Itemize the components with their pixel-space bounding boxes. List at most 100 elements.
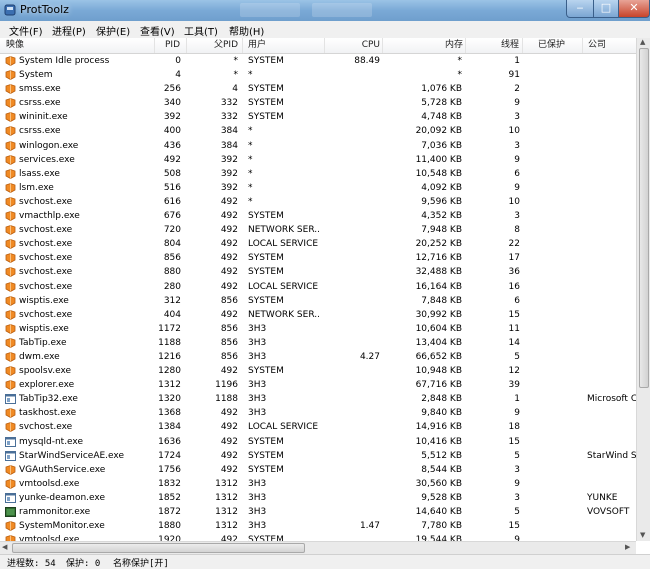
memory-cell: 14,640 KB [415, 507, 462, 517]
pid-cell: 1312 [158, 380, 181, 391]
table-row[interactable]: TabTip.exe 1188 856 3H3 13,404 KB 14 [0, 336, 636, 350]
memory-cell: * [457, 56, 463, 66]
table-row[interactable]: services.exe 492 392 * 11,400 KB 9 [0, 153, 636, 167]
table-row[interactable]: vmtoolsd.exe 1832 1312 3H3 30,560 KB 9 [0, 477, 636, 491]
column-header-company[interactable]: 公司 [583, 38, 636, 53]
menu-protect[interactable]: 保护(E) [96, 23, 130, 38]
scroll-right-icon[interactable]: ▶ [625, 543, 630, 551]
table-row[interactable]: wininit.exe 392 332 SYSTEM 4,748 KB 3 [0, 110, 636, 124]
table-row[interactable]: dwm.exe 1216 856 3H3 4.27 66,652 KB 5 [0, 350, 636, 364]
table-row[interactable]: spoolsv.exe 1280 492 SYSTEM 10,948 KB 12 [0, 364, 636, 378]
column-header-user[interactable]: 用户 [243, 38, 325, 53]
table-row[interactable]: wisptis.exe 312 856 SYSTEM 7,848 KB 6 [0, 294, 636, 308]
parent-pid-cell: 1312 [215, 492, 238, 503]
column-header-pid[interactable]: PID [155, 38, 187, 53]
table-row[interactable]: taskhost.exe 1368 492 3H3 9,840 KB 9 [0, 406, 636, 420]
pid-cell: 1384 [158, 422, 181, 433]
menu-tools[interactable]: 工具(T) [184, 23, 218, 38]
memory-cell: 4,092 KB [421, 182, 462, 193]
table-row[interactable]: svchost.exe 880 492 SYSTEM 32,488 KB 36 [0, 265, 636, 279]
process-name: svchost.exe [19, 239, 73, 250]
protected-cell [538, 280, 578, 294]
parent-pid-cell: 492 [220, 464, 238, 475]
user-cell: SYSTEM [248, 267, 284, 278]
column-header-threads[interactable]: 线程 [466, 38, 523, 53]
app-window-icon [5, 492, 16, 503]
column-header-protected[interactable]: 已保护 [523, 38, 583, 53]
table-row[interactable]: smss.exe 256 4 SYSTEM 1,076 KB 2 [0, 82, 636, 96]
column-header-parent-pid[interactable]: 父PID [187, 38, 243, 53]
parent-pid-cell: 492 [220, 309, 238, 320]
user-cell: * [248, 70, 253, 81]
scroll-up-icon[interactable]: ▲ [640, 38, 645, 46]
threads-cell: 11 [508, 323, 520, 334]
parent-pid-cell: 392 [220, 154, 238, 165]
process-icon [5, 352, 16, 362]
table-row[interactable]: lsm.exe 516 392 * 4,092 KB 9 [0, 181, 636, 195]
table-row[interactable]: csrss.exe 400 384 * 20,092 KB 10 [0, 124, 636, 138]
threads-cell: 3 [514, 112, 520, 123]
table-row[interactable]: svchost.exe 856 492 SYSTEM 12,716 KB 17 [0, 251, 636, 265]
table-row[interactable]: mysqld-nt.exe 1636 492 SYSTEM 10,416 KB 15 [0, 435, 636, 449]
table-row[interactable]: csrss.exe 340 332 SYSTEM 5,728 KB 9 [0, 96, 636, 110]
table-row[interactable]: explorer.exe 1312 1196 3H3 67,716 KB 39 [0, 378, 636, 392]
close-button[interactable]: ✕ [618, 0, 650, 18]
horizontal-scroll-thumb[interactable] [12, 543, 305, 553]
table-row[interactable]: lsass.exe 508 392 * 10,548 KB 6 [0, 167, 636, 181]
company-cell [587, 124, 636, 138]
table-row[interactable]: winlogon.exe 436 384 * 7,036 KB 3 [0, 139, 636, 153]
cpu-cell [330, 124, 380, 138]
table-row[interactable]: TabTip32.exe 1320 1188 3H3 2,848 KB 1 Microsof… [0, 392, 636, 406]
protected-cell [538, 195, 578, 209]
user-cell: SYSTEM [248, 450, 284, 461]
table-row[interactable]: VGAuthService.exe 1756 492 SYSTEM 8,544 KB 3 [0, 463, 636, 477]
column-header-cpu[interactable]: CPU [325, 38, 383, 53]
pid-cell: 492 [163, 154, 181, 165]
vertical-scroll-thumb[interactable] [639, 48, 649, 388]
table-row[interactable]: svchost.exe 720 492 NETWORK SER... 7,948 KB 8 [0, 223, 636, 237]
protected-cell [538, 336, 578, 350]
horizontal-scrollbar[interactable]: ◀ ▶ [0, 541, 636, 555]
maximize-button[interactable]: □ [593, 0, 619, 18]
table-row[interactable]: svchost.exe 404 492 NETWORK SER... 30,992 KB… [0, 308, 636, 322]
menu-view[interactable]: 查看(V) [140, 23, 175, 38]
table-row[interactable]: StarWindServiceAE.exe 1724 492 SYSTEM 5,512 … [0, 449, 636, 463]
parent-pid-cell: 856 [220, 295, 238, 306]
table-row[interactable]: svchost.exe 804 492 LOCAL SERVICE 20,252 KB 2… [0, 237, 636, 251]
company-cell [587, 378, 636, 392]
process-icon [5, 309, 16, 320]
process-icon [5, 154, 16, 165]
table-row[interactable]: rammonitor.exe 1872 1312 3H3 14,640 KB 5 VOVSO… [0, 505, 636, 519]
parent-pid-cell: 1312 [215, 478, 238, 489]
table-row[interactable]: wisptis.exe 1172 856 3H3 10,604 KB 11 [0, 322, 636, 336]
memory-cell: 4,748 KB [421, 112, 462, 123]
menu-process[interactable]: 进程(P) [52, 23, 86, 38]
table-row[interactable]: svchost.exe 280 492 LOCAL SERVICE 16,164 KB 1… [0, 280, 636, 294]
menu-file[interactable]: 文件(F) [9, 23, 43, 38]
process-icon [5, 140, 16, 151]
memory-cell: 12,716 KB [415, 253, 462, 264]
table-row[interactable]: vmtoolsd.exe 1920 492 SYSTEM 19,544 KB 9 [0, 533, 636, 541]
table-row[interactable]: yunke-deamon.exe 1852 1312 3H3 9,528 KB 3 YUNK… [0, 491, 636, 505]
process-name: lsass.exe [19, 168, 60, 179]
scroll-left-icon[interactable]: ◀ [2, 543, 7, 551]
table-row[interactable]: System Idle process 0 * SYSTEM 88.49 * 1 [0, 54, 636, 68]
table-row[interactable]: svchost.exe 1384 492 LOCAL SERVICE 14,916 KB… [0, 420, 636, 434]
menu-help[interactable]: 帮助(H) [229, 23, 264, 38]
user-cell: LOCAL SERVICE [248, 422, 319, 433]
table-row[interactable]: SystemMonitor.exe 1880 1312 3H3 1.47 7,780 KB… [0, 519, 636, 533]
table-row[interactable]: svchost.exe 616 492 * 9,596 KB 10 [0, 195, 636, 209]
column-header-memory[interactable]: 内存 [383, 38, 466, 53]
scroll-down-icon[interactable]: ▼ [640, 531, 645, 539]
cpu-cell: 4.27 [359, 351, 380, 362]
table-row[interactable]: vmacthlp.exe 676 492 SYSTEM 4,352 KB 3 [0, 209, 636, 223]
protected-cell [538, 533, 578, 541]
vertical-scrollbar[interactable]: ▲ ▼ [636, 38, 650, 541]
company-cell [587, 237, 636, 251]
minimize-button[interactable]: ‒ [566, 0, 594, 18]
parent-pid-cell: 492 [220, 225, 238, 236]
pid-cell: 404 [163, 309, 181, 320]
table-row[interactable]: System 4 * * * 91 [0, 68, 636, 82]
column-header-image[interactable]: 映像 [0, 38, 155, 53]
protected-cell [538, 54, 578, 68]
